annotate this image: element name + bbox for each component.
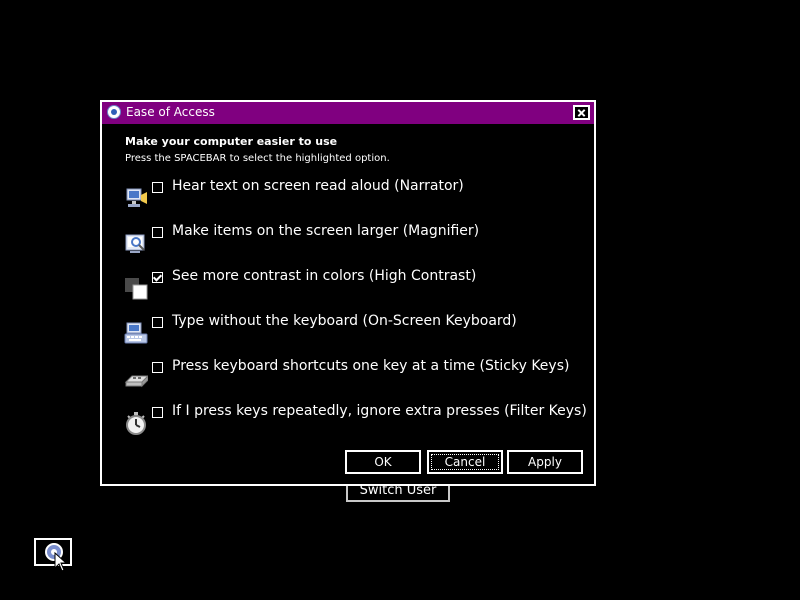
ok-button[interactable]: OK <box>345 450 421 474</box>
option-high-contrast[interactable]: See more contrast in colors (High Contra… <box>120 268 580 302</box>
narrator-checkbox[interactable] <box>152 182 163 193</box>
high-contrast-checkbox[interactable] <box>152 272 163 283</box>
narrator-icon <box>126 188 147 207</box>
on-screen-keyboard-icon <box>124 322 148 344</box>
ease-of-access-dialog: Ease of Access Make your computer easier… <box>100 100 596 486</box>
close-button[interactable] <box>573 105 590 120</box>
high-contrast-label: See more contrast in colors (High Contra… <box>172 268 477 284</box>
apply-button[interactable]: Apply <box>507 450 583 474</box>
magnifier-label: Make items on the screen larger (Magnifi… <box>172 223 480 239</box>
option-narrator[interactable]: Hear text on screen read aloud (Narrator… <box>120 178 580 212</box>
option-sticky-keys[interactable]: Press keyboard shortcuts one key at a ti… <box>120 358 580 392</box>
filter-keys-checkbox[interactable] <box>152 407 163 418</box>
option-on-screen-keyboard[interactable]: Type without the keyboard (On-Screen Key… <box>120 313 580 347</box>
sticky-keys-icon <box>124 375 148 388</box>
on-screen-keyboard-checkbox[interactable] <box>152 317 163 328</box>
mouse-cursor-icon <box>54 552 68 572</box>
magnifier-icon <box>125 234 145 253</box>
narrator-label: Hear text on screen read aloud (Narrator… <box>172 178 464 194</box>
ease-of-access-icon <box>107 105 121 119</box>
title-bar: Ease of Access <box>102 102 594 124</box>
focus-rect <box>431 454 499 470</box>
magnifier-checkbox[interactable] <box>152 227 163 238</box>
on-screen-keyboard-label: Type without the keyboard (On-Screen Key… <box>172 313 517 329</box>
option-filter-keys[interactable]: If I press keys repeatedly, ignore extra… <box>120 403 587 437</box>
dialog-instruction: Press the SPACEBAR to select the highlig… <box>125 153 390 164</box>
dialog-heading: Make your computer easier to use <box>125 135 338 148</box>
filter-keys-icon <box>126 412 146 435</box>
sticky-keys-label: Press keyboard shortcuts one key at a ti… <box>172 358 570 374</box>
cancel-button[interactable]: Cancel <box>427 450 503 474</box>
dialog-title: Ease of Access <box>126 105 215 119</box>
sticky-keys-checkbox[interactable] <box>152 362 163 373</box>
option-magnifier[interactable]: Make items on the screen larger (Magnifi… <box>120 223 580 257</box>
high-contrast-icon <box>125 278 148 300</box>
filter-keys-label: If I press keys repeatedly, ignore extra… <box>172 403 587 419</box>
